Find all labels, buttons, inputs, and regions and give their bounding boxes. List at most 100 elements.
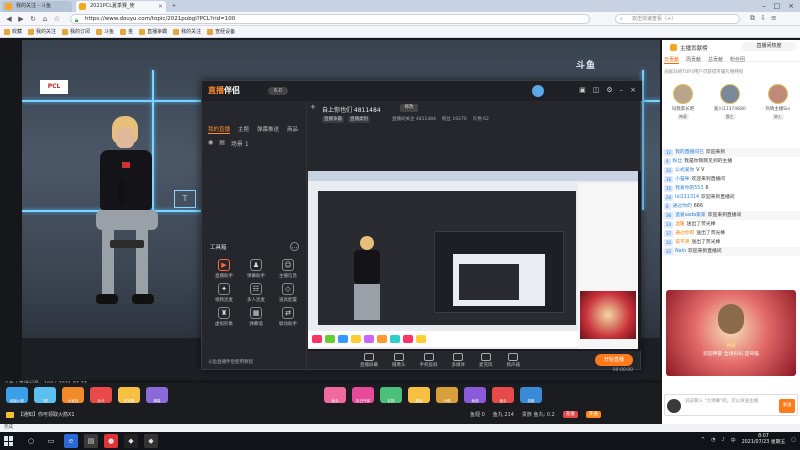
heat-button[interactable]: 直播间热度 (742, 42, 796, 51)
ime-indicator[interactable]: 中 (731, 437, 736, 444)
tool-item[interactable]: ♟ 弹幕助手 (240, 259, 272, 279)
start-live-button[interactable]: 开始直播 (595, 354, 633, 366)
gift-item[interactable]: 魔法 (408, 387, 430, 403)
avatar[interactable] (532, 85, 544, 97)
chat-username[interactable]: 通过你的 (673, 203, 692, 210)
notification-icon[interactable]: ▢ (791, 437, 796, 443)
gift-item[interactable]: 鱼丸 (324, 387, 346, 403)
settings-icon[interactable]: ⚙ (606, 86, 612, 94)
top-contributor[interactable]: 热情主播Sio 骑士 (765, 84, 790, 120)
stream-video[interactable]: PCL 斗鱼 T 直播伴侣 6.0 ▣ ◫ ⚙ – × 我的直播 主题 弹幕推送… (22, 40, 660, 380)
refresh-icon[interactable]: ↻ (28, 14, 38, 24)
gift-icon[interactable]: ▣ (579, 86, 586, 94)
rank-tab[interactable]: 日贡献 (664, 56, 680, 64)
gift-item[interactable]: 礼物 (380, 387, 402, 403)
tray-up-icon[interactable]: ^ (701, 437, 705, 443)
browser-app-icon[interactable]: e (64, 434, 78, 448)
bookmark-item[interactable]: 我的关注 (28, 28, 56, 35)
bookmark-item[interactable]: 收藏 (4, 28, 22, 35)
chat-username[interactable]: Nain (675, 248, 686, 255)
network-icon[interactable]: ◔ (711, 437, 715, 443)
app-tab[interactable]: 我的直播 (208, 125, 231, 134)
top-contributor[interactable]: 爱川11374680 霸主 (714, 84, 746, 120)
gift-item[interactable]: 鱼翅 (464, 387, 486, 403)
edit-room-button[interactable]: 修改 (400, 104, 418, 112)
bookmark-item[interactable]: 金 (120, 28, 133, 35)
volume-icon[interactable]: ♪ (721, 437, 724, 443)
tool-item[interactable]: ▦ 弹幕墙 (240, 307, 272, 327)
download-icon[interactable]: ⇩ (760, 14, 766, 23)
home-icon[interactable]: ⌂ (40, 14, 50, 24)
gift-item[interactable]: 弹幕 (146, 387, 168, 403)
top-contributor[interactable]: 叫我家长吧 神豪 (672, 84, 694, 120)
chat-username[interactable]: 温暖 (675, 221, 685, 228)
chat-icon[interactable]: ◫ (593, 86, 600, 94)
chat-username[interactable]: 通过你的 (675, 230, 694, 237)
gift-item[interactable]: 小鸭 (436, 387, 458, 403)
gift-notice-text[interactable]: 【通知】你可领取火箭X1 (18, 411, 75, 418)
bookmark-item[interactable]: 我的订阅 (62, 28, 90, 35)
rank-tab[interactable]: 周贡献 (686, 56, 701, 64)
gift-item[interactable]: 鱼丸 (492, 387, 514, 403)
bookmark-item[interactable]: 查经设备 (207, 28, 235, 35)
close-icon[interactable]: × (630, 86, 636, 94)
layers-icon[interactable]: ▤ (219, 139, 225, 148)
task-view-icon[interactable]: ▭ (44, 434, 58, 448)
chat-username[interactable]: 追爱sada家家 (675, 212, 706, 219)
gift-item[interactable]: 游艇 (520, 387, 542, 403)
open-vip-button[interactable]: 开通 (585, 411, 601, 418)
stream-preview[interactable] (308, 171, 641, 351)
tool-item[interactable]: ♜ 虚拟形象 (208, 307, 240, 327)
plus-icon[interactable]: + (168, 1, 180, 12)
minimize-icon[interactable]: – (762, 0, 766, 12)
explorer-app-icon[interactable]: ▤ (84, 434, 98, 448)
plus-icon[interactable]: + (310, 103, 316, 111)
app-tab[interactable]: 弹幕推送 (257, 125, 279, 134)
forward-icon[interactable]: ▶ (16, 14, 26, 24)
game-app-icon[interactable]: ◆ (144, 434, 158, 448)
chat-username[interactable]: 粉丝 (673, 158, 683, 165)
maximize-icon[interactable]: □ (774, 0, 781, 12)
scene-label[interactable]: 场景 1 (231, 139, 249, 148)
app-icon[interactable]: ● (104, 434, 118, 448)
rank-tab[interactable]: 总贡献 (708, 56, 723, 64)
browser-tab-follow[interactable]: 我的关注 - 斗鱼 (2, 1, 72, 12)
tools-footer[interactable]: 斗鱼直播伴侣使用教程 (208, 359, 253, 365)
app-tab[interactable]: 商品 (287, 125, 298, 134)
search-input[interactable]: ⌕ 双击快速查看（+） (615, 14, 740, 24)
chat-username[interactable]: 说不哭 (675, 239, 689, 246)
back-icon[interactable]: ◀ (4, 14, 14, 24)
chat-username[interactable]: 小猫咪 (675, 176, 689, 183)
extension-icon[interactable]: ⧉ (750, 14, 755, 23)
star-icon[interactable]: ☆ (52, 14, 62, 24)
browser-tab-pcl[interactable]: 2021PCL夏季赛_使 × (76, 1, 166, 12)
bottom-tool[interactable]: 摄像头 (392, 352, 406, 368)
chat-username[interactable]: lol211314 (675, 194, 699, 201)
bookmark-item[interactable]: 我的关注 (173, 28, 201, 35)
tool-item[interactable]: ✦ 视频连麦 (208, 283, 240, 303)
chat-input[interactable]: 说说聊入 "大弹幕"吧，可以发送主播 发送 (664, 394, 798, 416)
close-window-icon[interactable]: × (788, 0, 794, 12)
tool-item[interactable]: ⇄ 联动助手 (272, 307, 304, 327)
chat-username[interactable]: 我爱你的553 (675, 185, 703, 192)
eye-icon[interactable]: ◉ (208, 139, 213, 148)
windows-start-icon[interactable] (4, 436, 14, 446)
bottom-tool[interactable]: 扬声器 (507, 352, 520, 368)
more-icon[interactable]: … (290, 242, 299, 251)
bottom-tool[interactable]: 直播屏幕 (360, 352, 378, 368)
gift-item[interactable]: 告白气球 (352, 387, 374, 403)
bottom-tool[interactable]: 多媒体 (452, 352, 465, 368)
tool-item[interactable]: ☷ 多人连麦 (240, 283, 272, 303)
recharge-button[interactable]: 充值 (562, 411, 578, 418)
gift-item[interactable]: 荧光棒 (118, 387, 140, 403)
send-button[interactable]: 发送 (779, 399, 795, 413)
gift-item[interactable]: 超级火箭 (6, 387, 28, 403)
bookmark-item[interactable]: 直播争霸 (139, 28, 167, 35)
bottom-tool[interactable]: 手机投屏 (420, 352, 438, 368)
app-version-badge[interactable]: 6.0 (268, 87, 288, 95)
search-icon[interactable]: ○ (24, 434, 38, 448)
tool-item[interactable]: ◇ 道具配置 (272, 283, 304, 303)
room-tag[interactable]: 直播争霸 (322, 116, 344, 123)
tool-item[interactable]: ☺ 主播信息 (272, 259, 304, 279)
gift-item[interactable]: 大宝剑 (62, 387, 84, 403)
